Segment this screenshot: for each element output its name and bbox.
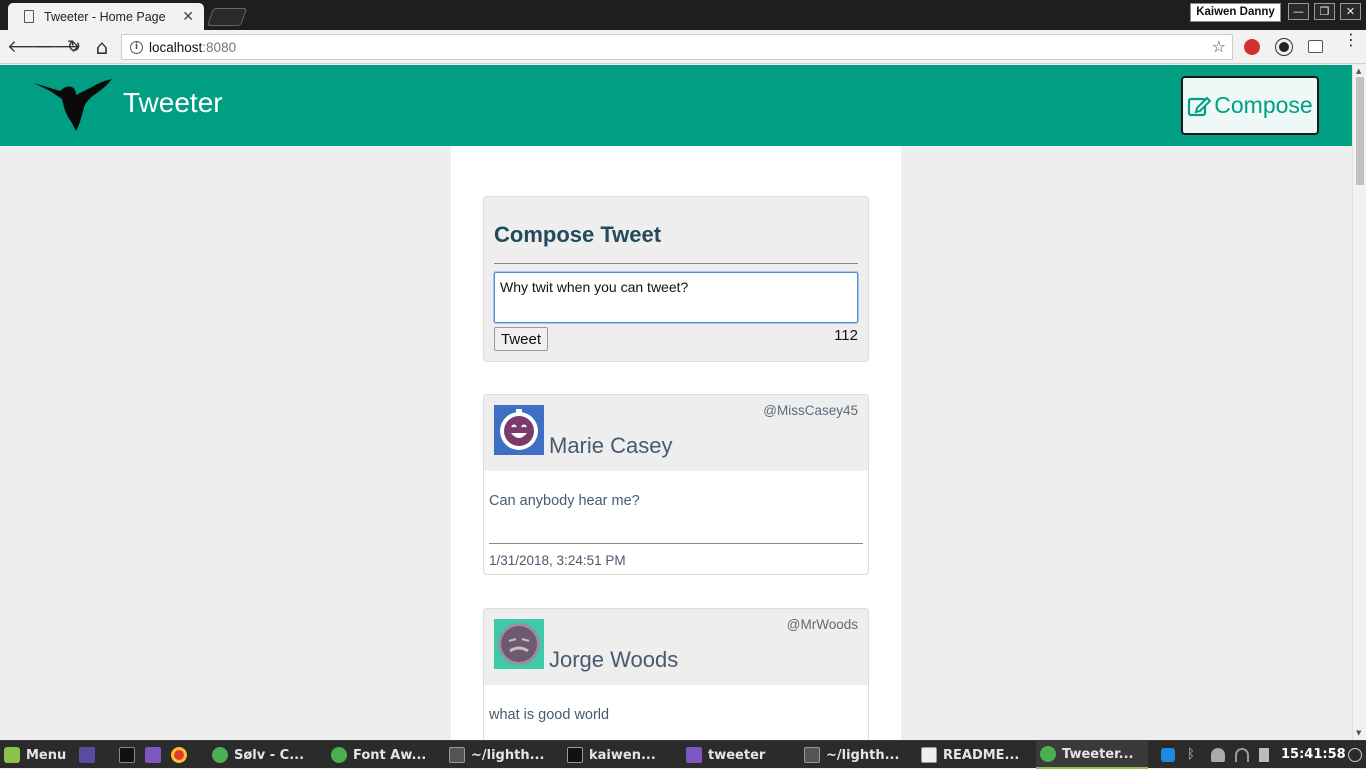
chrome-icon <box>212 747 228 763</box>
clock[interactable]: 15:41:58 <box>1281 747 1346 762</box>
tweet-text: Can anybody hear me? <box>489 493 640 509</box>
profile-button[interactable]: Kaiwen Danny <box>1190 3 1281 22</box>
compose-button-label: Compose <box>1214 92 1313 118</box>
page-scrollbar[interactable]: ▲ ▼ <box>1352 65 1366 740</box>
page-viewport: Tweeter Compose Compose Tweet Why twit w… <box>0 65 1352 740</box>
tweet-divider <box>489 543 863 544</box>
new-tab-button[interactable] <box>206 8 248 26</box>
browser-menu-icon[interactable]: ⋮ <box>1343 32 1359 48</box>
site-navbar: Tweeter Compose <box>0 65 1352 146</box>
extension-icon[interactable] <box>1275 38 1293 56</box>
mint-logo-icon <box>4 747 20 763</box>
tweet-text: what is good world <box>489 707 610 723</box>
close-window-button[interactable]: ✕ <box>1340 3 1361 20</box>
chrome-icon <box>1040 746 1056 762</box>
folder-icon <box>686 747 702 763</box>
taskbar-window-active[interactable]: Tweeter... <box>1036 741 1148 769</box>
home-icon[interactable]: ⌂ <box>91 36 113 58</box>
start-menu-label: Menu <box>26 747 67 763</box>
browser-toolbar: 🡐 🡒 ↻ ⌂ i localhost:8080 ☆ ⋮ <box>0 30 1366 64</box>
info-icon[interactable]: i <box>130 40 143 54</box>
taskbar-window[interactable]: Font Aw... <box>331 741 426 769</box>
user-icon[interactable] <box>1211 748 1225 762</box>
terminal-icon <box>567 747 583 763</box>
taskbar-window-label: Font Aw... <box>353 747 427 763</box>
browser-tab-active[interactable]: Tweeter - Home Page ✕ <box>8 3 204 30</box>
tweet-textarea[interactable]: Why twit when you can tweet? <box>493 271 859 324</box>
os-taskbar: Menu Sølv - C... Font Aw... ~/lighth... … <box>0 740 1366 769</box>
document-icon <box>24 10 34 23</box>
bluetooth-icon[interactable]: ᛒ <box>1187 748 1201 762</box>
power-icon[interactable] <box>1348 748 1362 762</box>
chrome-icon <box>331 747 347 763</box>
text-editor-icon <box>921 747 937 763</box>
back-icon[interactable]: 🡐 <box>7 36 53 58</box>
avatar <box>494 619 544 669</box>
tweet-author-name: Jorge Woods <box>549 647 679 672</box>
hummingbird-logo-icon <box>34 79 112 131</box>
battery-icon[interactable] <box>1259 748 1269 762</box>
taskbar-window-label: Sølv - C... <box>234 747 305 763</box>
compose-divider <box>494 263 858 264</box>
avatar <box>494 405 544 455</box>
wifi-icon[interactable] <box>1235 748 1249 762</box>
new-tweet-form: Compose Tweet Why twit when you can twee… <box>483 196 869 362</box>
taskbar-window[interactable]: Sølv - C... <box>212 741 304 769</box>
tweet-submit-button[interactable]: Tweet <box>494 327 548 351</box>
tab-title: Tweeter - Home Page <box>44 9 166 24</box>
compose-button[interactable]: Compose <box>1181 76 1319 135</box>
url-host: localhost <box>149 39 203 55</box>
minimize-button[interactable]: — <box>1288 3 1309 20</box>
tweet-header: Jorge Woods @MrWoods <box>484 609 868 685</box>
taskbar-window-label: tweeter <box>708 747 766 763</box>
cast-extension-icon[interactable] <box>1308 40 1323 53</box>
scrollbar-thumb[interactable] <box>1356 77 1364 185</box>
url-port: :8080 <box>202 39 237 55</box>
taskbar-window[interactable]: README... <box>921 741 1019 769</box>
taskbar-window-label: Tweeter... <box>1062 746 1134 762</box>
tweet-author-handle: @MrWoods <box>786 617 858 632</box>
bookmark-star-icon[interactable]: ☆ <box>1212 37 1226 56</box>
tweet-author-handle: @MissCasey45 <box>763 403 858 418</box>
chrome-launcher-icon[interactable] <box>171 747 187 763</box>
tweet-timestamp: 1/31/2018, 3:24:51 PM <box>489 553 626 568</box>
tweet-card: Marie Casey @MissCasey45 Can anybody hea… <box>483 394 869 575</box>
tweet-header: Marie Casey @MissCasey45 <box>484 395 868 471</box>
forward-icon[interactable]: 🡒 <box>35 36 81 58</box>
files-launcher-icon[interactable] <box>145 747 161 763</box>
taskbar-window[interactable]: tweeter <box>686 741 765 769</box>
tab-close-icon[interactable]: ✕ <box>182 9 194 25</box>
taskbar-window[interactable]: ~/lighth... <box>804 741 899 769</box>
sublime-icon <box>804 747 820 763</box>
taskbar-window-label: ~/lighth... <box>471 747 545 763</box>
reload-icon[interactable]: ↻ <box>63 36 85 58</box>
brand-title: Tweeter <box>123 87 223 118</box>
shield-icon[interactable] <box>1161 748 1175 762</box>
taskbar-window[interactable]: kaiwen... <box>567 741 656 769</box>
scroll-up-icon[interactable]: ▲ <box>1356 67 1361 75</box>
show-desktop-icon[interactable] <box>79 747 95 763</box>
terminal-launcher-icon[interactable] <box>119 747 135 763</box>
browser-titlebar: Tweeter - Home Page ✕ Kaiwen Danny — ❐ ✕ <box>0 0 1366 30</box>
tweet-card: Jorge Woods @MrWoods what is good world <box>483 608 869 740</box>
start-menu-button[interactable]: Menu <box>4 741 66 769</box>
address-bar[interactable]: i localhost:8080 ☆ <box>121 34 1233 60</box>
char-counter: 112 <box>834 327 858 344</box>
tweet-author-name: Marie Casey <box>549 433 673 458</box>
edit-icon <box>1188 96 1212 116</box>
compose-heading: Compose Tweet <box>494 222 662 247</box>
taskbar-window-label: ~/lighth... <box>826 747 900 763</box>
taskbar-window-label: kaiwen... <box>589 747 656 763</box>
sublime-icon <box>449 747 465 763</box>
scroll-down-icon[interactable]: ▼ <box>1356 729 1361 737</box>
taskbar-window[interactable]: ~/lighth... <box>449 741 544 769</box>
restore-button[interactable]: ❐ <box>1314 3 1335 20</box>
taskbar-window-label: README... <box>943 747 1020 763</box>
main-container: Compose Tweet Why twit when you can twee… <box>451 146 901 740</box>
ublock-extension-icon[interactable] <box>1244 39 1260 55</box>
